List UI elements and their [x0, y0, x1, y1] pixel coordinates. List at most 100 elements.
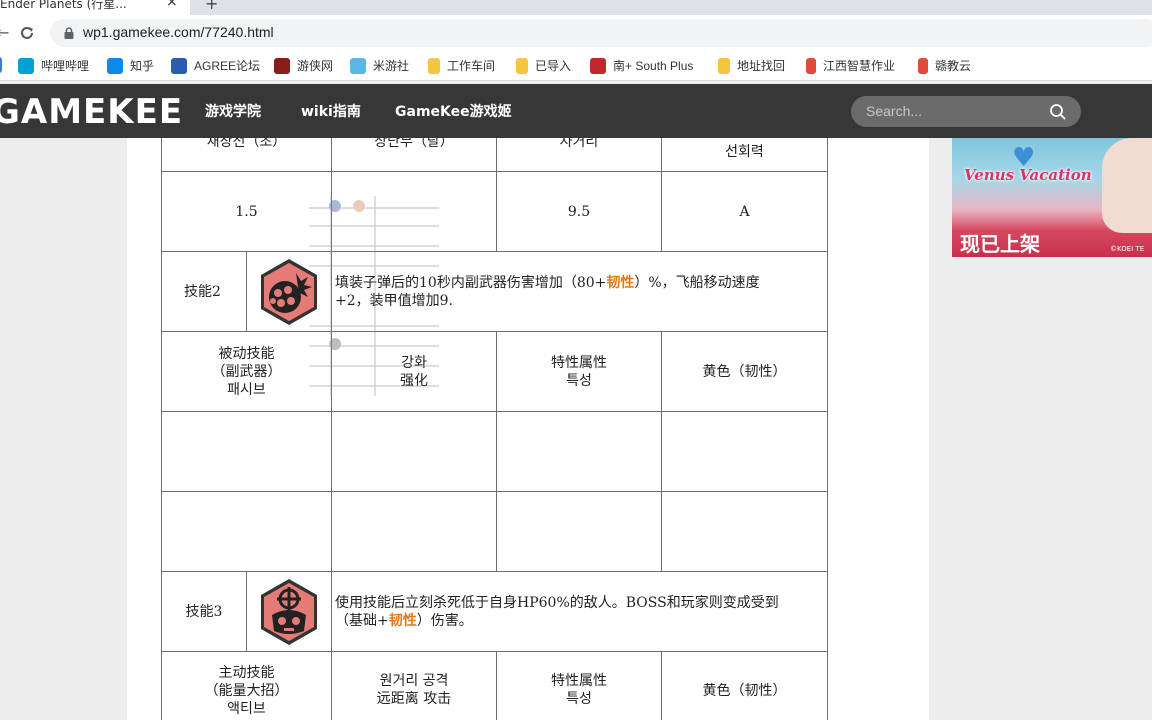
address-bar[interactable]: wp1.gamekee.com/77240.html	[50, 19, 1152, 47]
bookmark-jiangxi[interactable]: 江西智慧作业	[806, 57, 895, 75]
bookmark-label: 南+ South Plus	[613, 59, 694, 73]
active-type-cell: 主动技能 （能量大招） 액티브	[161, 651, 332, 720]
bookmark-label: AGREE论坛	[194, 59, 261, 73]
bookmark-youxia[interactable]: 游侠网	[274, 57, 333, 75]
browser-tab[interactable]: Ender Planets (行星... ×	[0, 0, 190, 15]
tab-title: Ender Planets (行星...	[0, 0, 127, 11]
empty-cell	[661, 411, 828, 492]
empty-cell	[661, 491, 828, 572]
cell-reload: 재장전（초）	[161, 138, 332, 172]
agree-icon	[171, 57, 187, 74]
browser-toolbar: ← wp1.gamekee.com/77240.html	[0, 15, 1152, 51]
bookmark-label: 米游社	[373, 59, 410, 73]
bookmark-folder-imported[interactable]: 已导入	[516, 57, 571, 75]
search-icon[interactable]	[1049, 103, 1067, 121]
cell-top-value	[331, 171, 497, 252]
cell-top: 상단부（탈）	[331, 138, 497, 172]
skill3-label: 技能3	[161, 571, 247, 652]
bookmark-folder-address[interactable]: 地址找回	[718, 57, 785, 75]
bookmark-southplus[interactable]: 南+ South Plus	[590, 57, 693, 75]
bookmark-agree[interactable]: AGREE论坛	[171, 57, 260, 75]
search-placeholder: Search...	[866, 103, 923, 119]
passive-color-cell: 黄色（韧性）	[661, 331, 828, 412]
ad-figure	[1102, 138, 1152, 233]
toughness-highlight: 韧性	[388, 612, 417, 629]
passive-effect-cell: 강화 强化	[331, 331, 497, 412]
bookmark-zhihu[interactable]: 知乎	[107, 57, 154, 75]
skull-skill-icon	[261, 578, 317, 645]
active-range-cn: 远距离 攻击	[376, 691, 452, 707]
bookmark-icon	[0, 57, 2, 73]
empty-cell	[331, 491, 497, 572]
toughness-highlight: 韧性	[606, 274, 635, 291]
skill2-description: 填装子弹后的10秒内副武器伤害增加（80+韧性）%，飞船移动速度 +2，装甲值增…	[331, 251, 828, 332]
skill2-desc-part: +2，装甲值增加9.	[335, 292, 453, 309]
ganjiaoyun-icon	[918, 57, 928, 74]
bookmark-label: 已导入	[535, 59, 572, 73]
side-advertisement[interactable]: ♥ Venus Vacation 现已上架 ©KOEI TE	[952, 138, 1152, 257]
skill2-desc-part: ）%，飞船移动速度	[634, 274, 760, 291]
bookmarks-bar: 哔哩哔哩 知乎 AGREE论坛 游侠网 米游社 工作车间 已导入 南+ Sout…	[0, 51, 1152, 81]
bookmark-label: 哔哩哔哩	[41, 59, 90, 73]
passive-type-kr: 패시브	[227, 381, 266, 398]
ad-copyright: ©KOEI TE	[1110, 245, 1145, 253]
folder-icon	[718, 57, 730, 74]
nav-gamekee[interactable]: GameKee游戏姬	[395, 101, 512, 121]
new-tab-icon[interactable]: +	[205, 0, 218, 13]
empty-cell	[496, 491, 662, 572]
active-type-cn: 主动技能	[218, 665, 275, 681]
lock-icon	[64, 27, 74, 39]
youxia-icon	[274, 57, 290, 74]
grenade-skill-icon	[261, 258, 317, 325]
bilibili-icon	[18, 57, 34, 74]
cell-turn: 선회력	[661, 138, 828, 172]
cell-turn-value: A	[661, 171, 828, 252]
bookmark-ganjiaoyun[interactable]: 赣教云	[918, 57, 971, 75]
zhihu-icon	[107, 57, 123, 74]
skill3-desc-part: （基础+	[335, 612, 389, 629]
close-tab-icon[interactable]: ×	[166, 0, 178, 10]
active-attr-cell: 特性属性 특성	[496, 651, 662, 720]
bookmark-label: 工作车间	[447, 59, 496, 73]
miyoushe-icon	[350, 57, 366, 74]
bookmark-item[interactable]	[0, 57, 9, 75]
skill-table: 재장전（초） 상단부（탈） 사거리 선회력 1.5 9.5 A 技能2 填装子弹…	[161, 138, 828, 720]
bookmark-miyoushe[interactable]: 米游社	[350, 57, 409, 75]
active-range-kr: 원거리 공격	[379, 673, 449, 689]
ad-cta: 现已上架	[960, 232, 1040, 256]
bookmark-label: 知乎	[130, 59, 155, 73]
empty-cell	[161, 411, 332, 492]
article-content: 재장전（초） 상단부（탈） 사거리 선회력 1.5 9.5 A 技能2 填装子弹…	[127, 138, 929, 720]
attr-label-kr: 특성	[566, 372, 592, 389]
skill2-icon-cell	[246, 251, 332, 332]
empty-cell	[161, 491, 332, 572]
folder-icon	[428, 57, 440, 74]
reload-icon[interactable]	[17, 23, 37, 43]
tab-strip: Ender Planets (行星... × +	[0, 0, 1152, 15]
bookmark-bilibili[interactable]: 哔哩哔哩	[18, 57, 89, 75]
url-text: wp1.gamekee.com/77240.html	[83, 24, 274, 40]
active-range-cell: 원거리 공격 远距离 攻击	[331, 651, 497, 720]
passive-type-cn: 被动技能	[218, 345, 275, 362]
attr-label-cn: 特性属性	[551, 673, 607, 689]
site-logo[interactable]: GAMEKEE	[0, 92, 183, 132]
skill2-label: 技能2	[161, 251, 247, 332]
attr-label-cn: 特性属性	[551, 354, 607, 371]
ad-brand: Venus Vacation	[964, 166, 1092, 184]
empty-cell	[331, 411, 497, 492]
back-icon[interactable]: ←	[0, 23, 9, 42]
bookmark-label: 游侠网	[297, 59, 334, 73]
cell-range: 사거리	[496, 138, 662, 172]
bookmark-folder-workshop[interactable]: 工作车间	[428, 57, 495, 75]
cell-range-value: 9.5	[496, 171, 662, 252]
jiangxi-icon	[806, 57, 816, 74]
search-input[interactable]: Search...	[851, 96, 1081, 127]
nav-wiki-guide[interactable]: wiki指南	[301, 101, 361, 121]
passive-attr-cell: 特性属性 특성	[496, 331, 662, 412]
skill3-icon-cell	[246, 571, 332, 652]
attr-label-kr: 특성	[566, 691, 592, 707]
passive-type-cell: 被动技能 （副武器） 패시브	[161, 331, 332, 412]
nav-game-academy[interactable]: 游戏学院	[205, 101, 261, 121]
cell-reload-value: 1.5	[161, 171, 332, 252]
passive-effect-cn: 强化	[400, 372, 428, 389]
